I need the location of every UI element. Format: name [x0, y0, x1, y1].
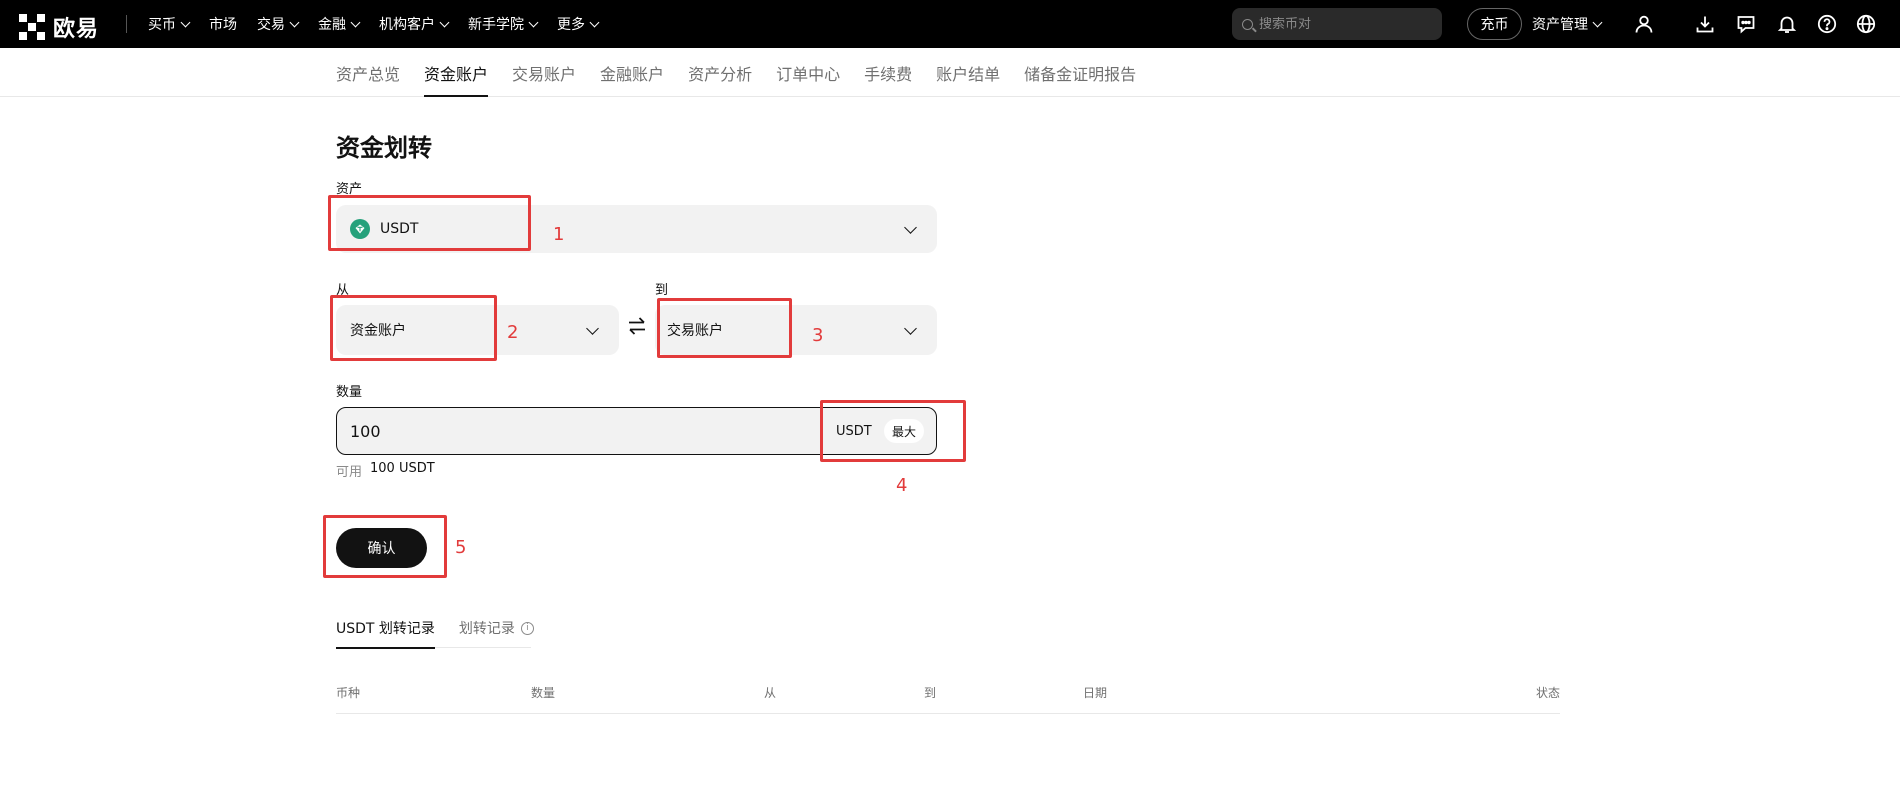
bell-icon[interactable] [1775, 12, 1799, 36]
transfer-records-label: 划转记录 [458, 621, 515, 637]
column-header-from: 从 [764, 686, 777, 700]
brand-name: 欧易 [53, 17, 100, 42]
main-menu: 买币 市场 交易 金融 机构客户 新手学院 更多 [148, 0, 618, 48]
tab-proof-of-reserves[interactable]: 储备金证明报告 [1024, 48, 1136, 97]
menu-label: 更多 [557, 17, 585, 33]
column-header-currency: 币种 [336, 686, 361, 700]
asset-sub-navigation: 资产总览 资金账户 交易账户 金融账户 资产分析 订单中心 手续费 账户结单 储… [0, 48, 1900, 97]
annotation-number-4: 4 [896, 475, 908, 496]
chevron-down-icon [180, 17, 191, 27]
menu-item-market[interactable]: 市场 [209, 14, 237, 34]
annotation-number-3: 3 [812, 325, 824, 346]
column-header-status: 状态 [1535, 686, 1560, 700]
okx-logo-icon [19, 14, 45, 40]
menu-item-more[interactable]: 更多 [557, 14, 600, 34]
column-header-to: 到 [924, 686, 937, 700]
menu-label: 交易 [257, 17, 285, 33]
menu-item-trade[interactable]: 交易 [257, 14, 300, 34]
tab-usdt-transfer-records[interactable]: USDT 划转记录 [336, 608, 435, 649]
annotation-box-1 [328, 195, 531, 251]
asset-management-label: 资产管理 [1532, 17, 1588, 33]
page-title: 资金划转 [336, 134, 432, 162]
records-table-header: 币种 数量 从 到 日期 状态 [336, 672, 1560, 714]
menu-item-finance[interactable]: 金融 [318, 14, 361, 34]
globe-icon[interactable] [1854, 12, 1878, 36]
tab-statements[interactable]: 账户结单 [936, 48, 1000, 97]
menu-label: 市场 [209, 17, 237, 33]
to-label: 到 [655, 283, 669, 298]
available-value: 100 USDT [370, 461, 435, 476]
chevron-down-icon [350, 17, 361, 27]
available-label: 可用 [336, 465, 363, 480]
message-icon[interactable] [1734, 12, 1758, 36]
chevron-down-icon [586, 322, 599, 335]
asset-management-menu[interactable]: 资产管理 [1532, 0, 1603, 48]
tab-order-center[interactable]: 订单中心 [776, 48, 840, 97]
chevron-down-icon [904, 322, 917, 335]
search-box[interactable] [1232, 8, 1442, 40]
chevron-down-icon [439, 17, 450, 27]
top-navigation: 欧易 买币 市场 交易 金融 机构客户 新手学院 更多 充币 资产管理 [0, 0, 1900, 48]
tab-asset-overview[interactable]: 资产总览 [336, 48, 400, 97]
menu-label: 金融 [318, 17, 346, 33]
tab-finance-account[interactable]: 金融账户 [600, 48, 664, 97]
tab-transfer-records[interactable]: 划转记录 i [459, 608, 534, 648]
chevron-down-icon [289, 17, 300, 27]
swap-direction-icon[interactable] [627, 315, 647, 337]
available-balance: 可用 100 USDT [336, 461, 435, 480]
chevron-down-icon [528, 17, 539, 27]
menu-item-institutional[interactable]: 机构客户 [379, 14, 450, 34]
annotation-box-4 [820, 400, 966, 462]
search-input[interactable] [1259, 16, 1429, 32]
search-icon [1242, 18, 1253, 30]
tab-funding-account[interactable]: 资金账户 [424, 48, 489, 97]
menu-label: 机构客户 [379, 17, 435, 33]
column-header-date: 日期 [1083, 686, 1108, 700]
amount-label: 数量 [336, 385, 363, 400]
annotation-number-5: 5 [455, 537, 467, 558]
download-icon[interactable] [1693, 12, 1717, 36]
menu-item-buy-crypto[interactable]: 买币 [148, 14, 191, 34]
nav-divider [126, 15, 127, 33]
menu-label: 新手学院 [468, 17, 524, 33]
brand-logo[interactable]: 欧易 [19, 11, 99, 43]
annotation-box-5 [323, 515, 447, 578]
chevron-down-icon [1592, 17, 1603, 27]
annotation-number-1: 1 [553, 224, 565, 245]
tab-fees[interactable]: 手续费 [864, 48, 912, 97]
deposit-button[interactable]: 充币 [1467, 8, 1522, 40]
records-tabs: USDT 划转记录 划转记录 i [336, 608, 534, 649]
column-header-amount: 数量 [531, 686, 556, 700]
annotation-box-3 [657, 298, 792, 358]
help-icon[interactable] [1815, 12, 1839, 36]
tab-asset-analysis[interactable]: 资产分析 [688, 48, 752, 97]
chevron-down-icon [589, 17, 600, 27]
tab-trading-account[interactable]: 交易账户 [512, 48, 576, 97]
menu-label: 买币 [148, 17, 176, 33]
menu-item-academy[interactable]: 新手学院 [468, 14, 539, 34]
annotation-number-2: 2 [507, 322, 519, 343]
amount-input[interactable] [350, 421, 820, 441]
annotation-box-2 [330, 295, 497, 361]
chevron-down-icon [904, 221, 917, 234]
info-icon[interactable]: i [520, 621, 534, 635]
user-icon[interactable] [1632, 12, 1656, 36]
